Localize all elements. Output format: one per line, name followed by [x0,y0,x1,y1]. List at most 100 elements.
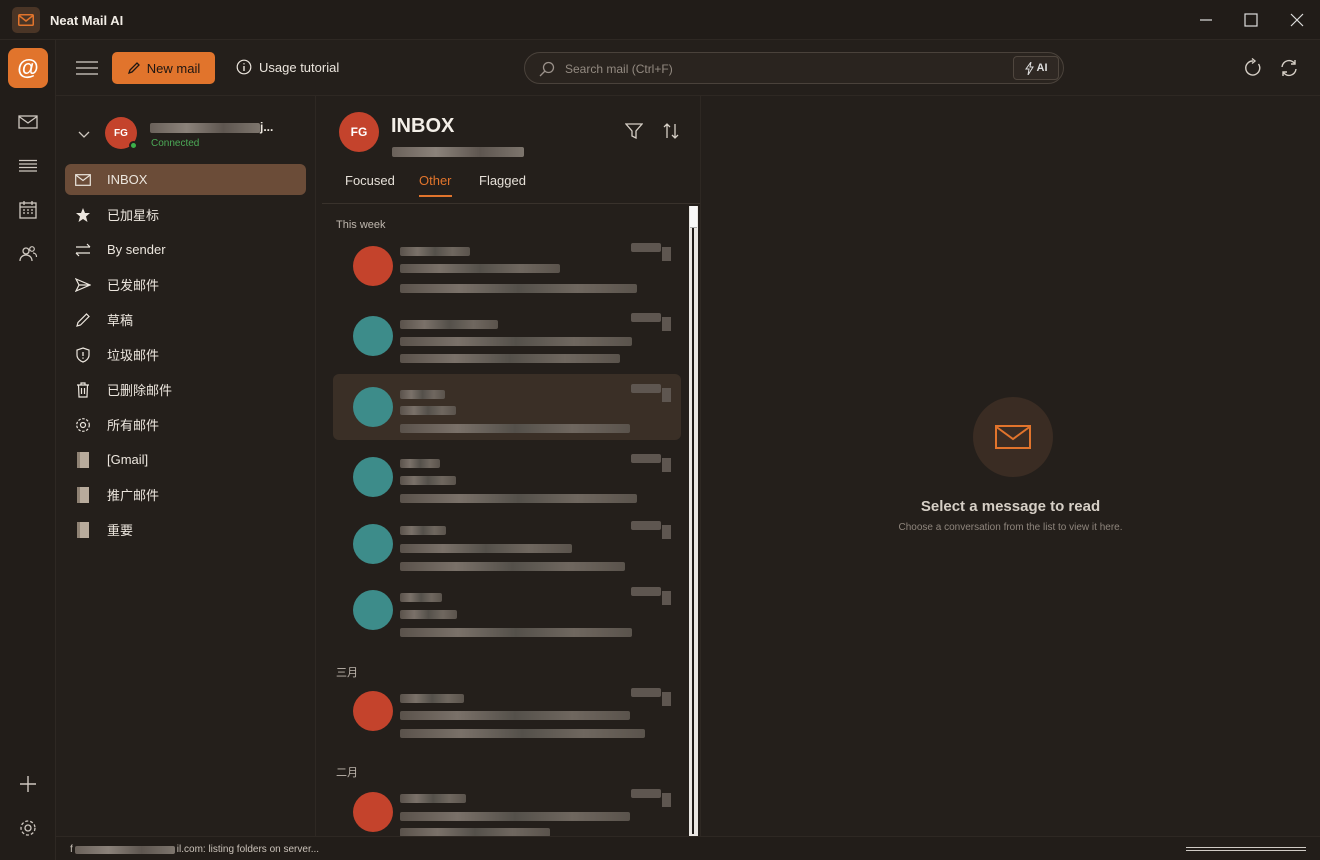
gear-icon [73,415,93,435]
folder-label: 草稿 [107,313,134,328]
list-scrollbar[interactable] [689,206,698,836]
rail-list-button[interactable] [8,146,48,186]
folder-label: 已删除邮件 [107,383,173,398]
maximize-button[interactable] [1241,10,1261,30]
sync-icon [1281,59,1297,77]
info-icon [236,59,252,75]
refresh-icon [1245,57,1261,76]
list-account-avatar: FG [339,112,379,152]
list-item-selected[interactable] [333,374,681,440]
rail-settings-button[interactable] [8,808,48,848]
list-item[interactable] [333,233,681,299]
rail-calendar-button[interactable] [8,190,48,230]
tab-divider [322,203,700,204]
empty-state-subtitle: Choose a conversation from the list to v… [898,522,1123,533]
tab-other[interactable]: Other [419,173,452,197]
folder-item-promotions[interactable]: 推广邮件 [65,479,306,510]
new-mail-button[interactable]: New mail [112,52,215,84]
gear-icon [20,820,36,836]
sort-button[interactable] [662,122,682,142]
envelope-icon [995,425,1031,449]
plus-icon [20,776,36,792]
sender-avatar [353,387,393,427]
folder-item-starred[interactable]: 已加星标 [65,199,306,230]
contacts-icon [19,246,38,262]
folder-item-gmail[interactable]: [Gmail] [65,444,306,475]
redacted-email [74,845,175,854]
search-icon [539,61,555,77]
usage-tutorial-link[interactable]: Usage tutorial [236,59,339,75]
swap-icon [73,240,93,260]
sender-avatar [353,316,393,356]
list-item[interactable] [333,303,681,369]
usage-tutorial-label: Usage tutorial [259,59,340,75]
folder-item-by-sender[interactable]: By sender [65,234,306,265]
shield-icon [73,345,93,365]
folder-label: By sender [107,242,166,257]
hamburger-icon [76,61,98,75]
folder-item-inbox[interactable]: INBOX [65,164,306,195]
folder-item-drafts[interactable]: 草稿 [65,304,306,335]
sender-avatar [353,590,393,630]
tab-focused[interactable]: Focused [345,173,395,197]
account-collapse-button[interactable] [78,126,90,144]
folder-pane: FG j... Connected INBOX 已加星标 By sender 已… [56,96,316,836]
message-list-pane: FG INBOX Focused Other Flagged This week [316,96,701,837]
minimize-button[interactable] [1196,10,1216,30]
redacted-account-email [392,143,524,161]
title-bar: Neat Mail AI [0,0,1320,40]
list-item[interactable] [333,444,681,510]
folder-label: 所有邮件 [107,418,160,433]
app-logo-icon [12,7,40,33]
nav-rail: @ [0,40,56,860]
group-header-february: 二月 [336,767,358,779]
list-item[interactable] [333,577,681,643]
calendar-icon [19,201,37,219]
sender-avatar [353,524,393,564]
folder-icon [73,485,93,505]
sender-avatar [353,457,393,497]
scrollbar-thumb[interactable] [690,206,697,228]
ai-search-button[interactable]: AI [1013,56,1059,80]
rail-contacts-button[interactable] [8,234,48,274]
sync-button[interactable] [1243,57,1263,78]
mail-icon [73,170,93,190]
sender-avatar [353,691,393,731]
search-input[interactable] [565,59,1005,79]
folder-item-important[interactable]: 重要 [65,514,306,545]
pencil-icon [127,62,140,75]
menu-toggle-button[interactable] [76,60,98,76]
toolbar: New mail Usage tutorial AI [56,40,1320,96]
rail-mail-button[interactable] [8,102,48,142]
status-bar: f il.com: listing folders on server... [56,836,1320,860]
filter-button[interactable] [624,122,645,142]
app-title: Neat Mail AI [50,13,124,28]
folder-item-spam[interactable]: 垃圾邮件 [65,339,306,370]
rail-add-account-button[interactable] [8,764,48,804]
reload-button[interactable] [1279,58,1299,78]
folder-label: 推广邮件 [107,488,160,503]
folder-item-trash[interactable]: 已删除邮件 [65,374,306,405]
folder-title: INBOX [391,115,455,137]
sender-avatar [353,246,393,286]
empty-state-badge [973,397,1053,477]
folder-item-sent[interactable]: 已发邮件 [65,269,306,300]
redacted-account-name [150,122,260,133]
close-window-button[interactable] [1287,10,1307,30]
status-message: f il.com: listing folders on server... [70,844,320,855]
new-mail-label: New mail [146,60,201,76]
folder-label: 已加星标 [107,208,160,223]
list-icon [19,159,37,172]
folder-label: [Gmail] [107,452,149,467]
sync-progress-bar [1186,847,1306,851]
rail-accounts-button[interactable]: @ [8,48,48,88]
list-item[interactable] [333,511,681,577]
search-box: AI [524,52,1064,84]
tab-flagged[interactable]: Flagged [479,173,526,197]
sender-avatar [353,792,393,832]
list-item[interactable] [333,678,681,744]
folder-item-all-mail[interactable]: 所有邮件 [65,409,306,440]
ai-label: AI [1036,62,1048,74]
trash-icon [73,380,93,400]
send-icon [73,275,93,295]
